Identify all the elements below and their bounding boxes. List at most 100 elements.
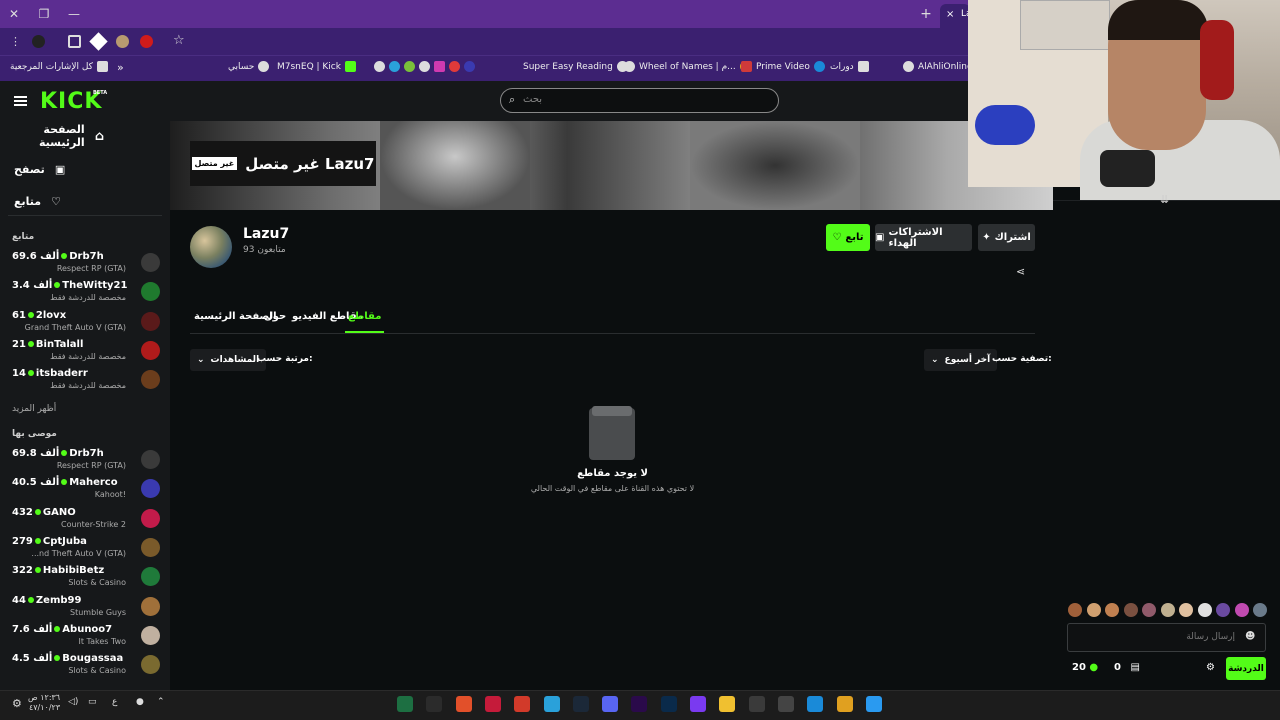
stream-row[interactable]: 322 HabibiBetz Slots & Casino — [12, 565, 160, 592]
bookmark-reading[interactable]: Super Easy Reading — [523, 61, 628, 72]
chat-send-button[interactable]: الدردشة — [1226, 657, 1266, 680]
subscribe-button[interactable]: ✦ اشتراك — [978, 224, 1035, 251]
terminal-icon[interactable] — [426, 696, 443, 712]
emoji-icon[interactable]: ☻ — [1245, 631, 1255, 642]
chat-settings-icon[interactable]: ⚙ — [1206, 662, 1215, 673]
bookmark-prime[interactable]: Prime Video — [741, 61, 825, 72]
new-tab-button[interactable]: + — [912, 0, 940, 28]
discord-icon[interactable] — [602, 696, 619, 712]
stream-category: Grand Theft Auto V (GTA) — [24, 322, 126, 332]
extensions-puzzle-icon[interactable] — [68, 35, 81, 48]
photoshop-icon[interactable] — [660, 696, 677, 712]
folder-icon[interactable] — [719, 696, 736, 712]
sidebar-item-home[interactable]: ⌂ الصفحة الرئيسية — [14, 123, 104, 149]
kicks-count[interactable]: 0 ▤ — [1114, 662, 1140, 673]
stream-row[interactable]: 279 CptJuba ...nd Theft Auto V (GTA) — [12, 536, 160, 563]
stream-name-line: 3.4 ألف TheWitty21 — [12, 280, 127, 291]
sort-dropdown[interactable]: ⌄ المشاهدات — [190, 349, 267, 371]
streamer-avatar — [141, 253, 160, 272]
telegram-icon[interactable] — [543, 696, 560, 712]
taskbar-clock[interactable]: ١٢:٣٦ ص ٤٧/١٠/٢٣ — [28, 693, 60, 713]
chatter-avatar[interactable] — [1068, 603, 1082, 617]
window-minimize-button[interactable]: — — [60, 0, 88, 28]
gift-subscriptions-button[interactable]: ▣ الاشتراكات الهداء — [875, 224, 972, 251]
chatter-avatar[interactable] — [1179, 603, 1193, 617]
extension-red-icon[interactable] — [140, 35, 153, 48]
chatter-avatar[interactable] — [1105, 603, 1119, 617]
chatter-avatar[interactable] — [1142, 603, 1156, 617]
app-purple-icon[interactable] — [690, 696, 706, 712]
window-close-button[interactable]: ✕ — [0, 0, 28, 28]
stream-row[interactable]: 432 GANO Counter-Strike 2 — [12, 507, 160, 534]
sidebar-item-following[interactable]: ♡ متابع — [14, 191, 64, 211]
chrome-icon[interactable] — [836, 696, 853, 712]
tab-clips[interactable]: مقاطع — [345, 311, 385, 333]
network-icon[interactable]: ▭ — [88, 697, 97, 707]
steam-icon[interactable] — [572, 696, 589, 712]
bookmark-wheel[interactable]: Wheel of Names | م... — [624, 61, 751, 72]
stream-row[interactable]: 3.4 ألف TheWitty21 مخصصة للدردشة فقط — [12, 280, 160, 307]
chatter-avatar[interactable] — [1123, 603, 1138, 617]
browser-tab[interactable]: × La — [940, 4, 972, 28]
app-sphere-icon[interactable] — [777, 696, 794, 712]
stream-row[interactable]: 44 Zemb99 Stumble Guys — [12, 595, 160, 622]
stream-name-line: 7.6 ألف Abunoo7 — [12, 624, 112, 635]
app-a-icon[interactable] — [484, 696, 501, 712]
store-icon[interactable] — [748, 696, 765, 712]
chatter-avatar[interactable] — [1216, 603, 1230, 617]
extension-diamond-icon[interactable] — [89, 32, 108, 51]
stream-row[interactable]: 40.5 ألف Maherco Kahoot! — [12, 477, 160, 504]
chat-collapse-icon[interactable]: ⇊ — [1160, 193, 1169, 206]
windows-icon[interactable] — [865, 696, 882, 712]
stream-row[interactable]: 14 itsbaderr مخصصة للدردشة فقط — [12, 368, 160, 395]
chatter-avatar[interactable] — [1234, 603, 1249, 617]
settings-icon[interactable]: ⚙ — [12, 697, 22, 710]
show-more-link[interactable]: أظهر المزيد — [12, 404, 56, 414]
bookmark-account[interactable]: حسابي — [228, 61, 270, 72]
bookmark-label: AlAhliOnline — [918, 61, 973, 72]
premiere-icon[interactable] — [631, 696, 648, 712]
extension-icon[interactable] — [32, 35, 45, 48]
search-input[interactable]: ⌕ بحث — [500, 88, 779, 113]
bookmark-kick[interactable]: M7snEQ | Kick — [277, 61, 356, 72]
microphone-icon[interactable]: ● — [136, 697, 144, 707]
app-red-icon[interactable] — [514, 696, 531, 712]
bookmark-alahli[interactable]: AlAhliOnline — [903, 61, 973, 72]
tab-about[interactable]: حول — [264, 311, 286, 333]
share-icon[interactable]: ⋖ — [1016, 265, 1025, 278]
streamer-name: Bougassaa — [62, 653, 124, 665]
stream-row[interactable]: 69.8 ألف Drb7h Respect RP (GTA) — [12, 448, 160, 475]
extension-cookie-icon[interactable] — [116, 35, 129, 48]
follow-button[interactable]: ♡ تابع — [826, 224, 870, 251]
stream-row[interactable]: 21 BinTalall مخصصة للدردشة فقط — [12, 339, 160, 366]
bookmark-all[interactable]: كل الإشارات المرجعية — [10, 61, 108, 72]
bookmark-star-icon[interactable]: ☆ — [173, 33, 185, 48]
hamburger-menu-icon[interactable] — [14, 96, 27, 106]
chatter-avatar[interactable] — [1253, 603, 1267, 617]
stream-row[interactable]: 4.5 ألف Bougassaa Slots & Casino — [12, 653, 160, 680]
tray-chevron-icon[interactable]: ⌃ — [157, 697, 165, 707]
stream-row[interactable]: 61 2lovx Grand Theft Auto V (GTA) — [12, 310, 160, 337]
browser-menu-icon[interactable]: ⋮ — [10, 35, 21, 48]
streamer-name: BinTalall — [35, 338, 84, 350]
chatter-avatar[interactable] — [1197, 603, 1212, 617]
brave-icon[interactable] — [455, 696, 472, 712]
sidebar-item-browse[interactable]: ▣ تصفح — [14, 159, 65, 179]
speaker-icon[interactable]: ◁) — [68, 697, 78, 707]
language-indicator[interactable]: ع — [112, 697, 117, 707]
window-restore-button[interactable]: ❐ — [30, 0, 58, 28]
filter-dropdown[interactable]: ⌄ آخر أسبوع — [924, 349, 998, 371]
chatter-avatar[interactable] — [1086, 603, 1101, 617]
tab-close-icon[interactable]: × — [946, 9, 954, 20]
stream-row[interactable]: 69.6 ألف Drb7h Respect RP (GTA) — [12, 251, 160, 278]
bookmark-misc-group[interactable] — [374, 61, 475, 72]
stream-row[interactable]: 7.6 ألف Abunoo7 It Takes Two — [12, 624, 160, 651]
filter-value: آخر أسبوع — [944, 355, 991, 365]
edge-icon[interactable] — [807, 696, 824, 712]
chatter-avatar[interactable] — [1160, 603, 1175, 617]
bookmarks-more-button[interactable]: » — [117, 61, 124, 74]
bookmark-courses[interactable]: دورات — [830, 61, 869, 72]
channel-avatar[interactable] — [190, 226, 232, 268]
excel-icon[interactable] — [397, 696, 413, 712]
webcam-air-conditioner — [1020, 0, 1110, 50]
